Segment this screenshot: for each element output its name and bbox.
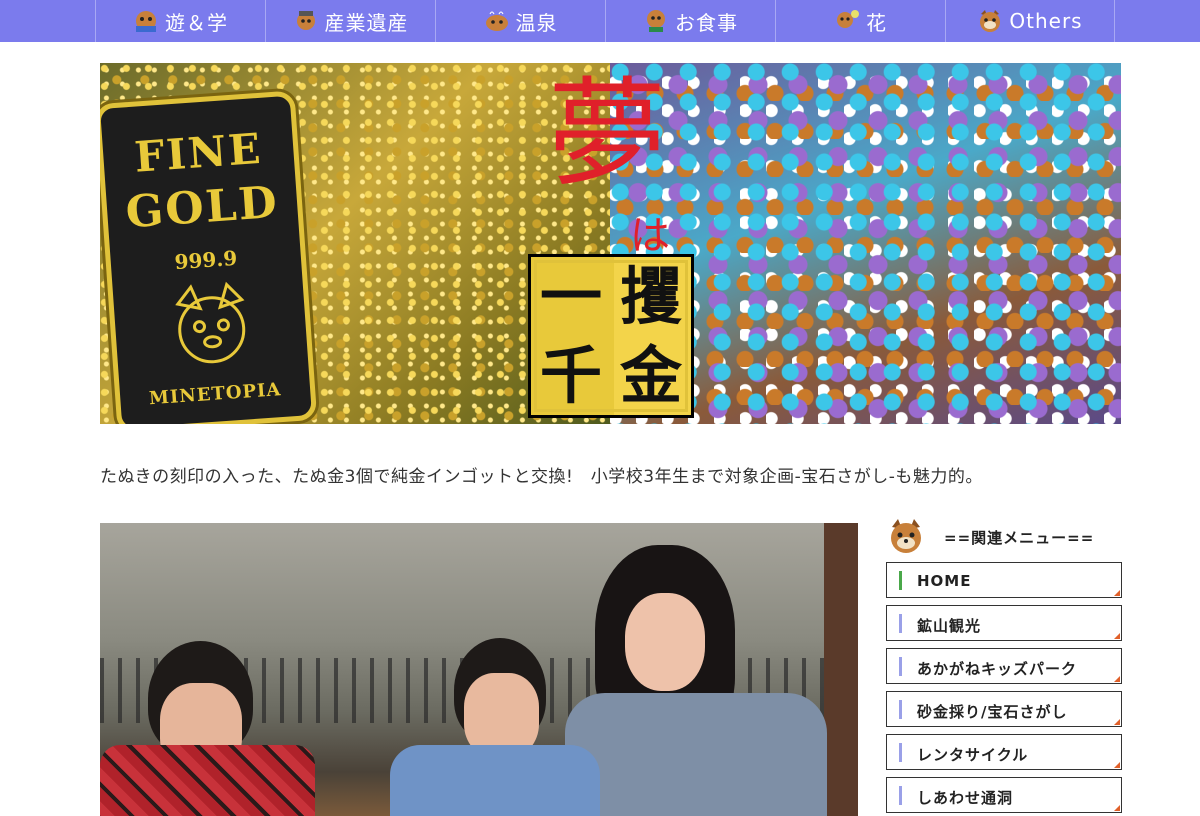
tanuki-flower-icon bbox=[837, 10, 859, 28]
nav-label: お食事 bbox=[675, 10, 738, 35]
nav-item-food[interactable]: お食事 bbox=[605, 0, 775, 42]
menu-item-label: レンタサイクル bbox=[917, 746, 1029, 764]
menu-item-gold-panning[interactable]: 砂金採り/宝石さがし bbox=[886, 691, 1122, 727]
nav-item-onsen[interactable]: 温泉 bbox=[435, 0, 605, 42]
menu-item-kids-park[interactable]: あかがねキッズパーク bbox=[886, 648, 1122, 684]
hero-banner: FINE GOLD 999.9 MINETOPIA 夢 は 一 攫 千 金 bbox=[100, 63, 1121, 424]
nav-label: Others bbox=[1009, 9, 1083, 33]
ingot-purity: 999.9 bbox=[173, 245, 238, 275]
description-text: たぬきの刻印の入った、たぬ金3個で純金インゴットと交換! 小学校3年生まで対象企… bbox=[100, 467, 983, 487]
kin-char: 一 bbox=[539, 259, 602, 333]
headline-yume: 夢 bbox=[548, 65, 667, 203]
ingot-text-fine: FINE bbox=[132, 123, 264, 182]
kin-char: 金 bbox=[619, 338, 682, 412]
ingot-text-gold: GOLD bbox=[124, 176, 281, 239]
related-menu-title: ==関連メニュー== bbox=[944, 529, 1095, 547]
ikkaku-senkin-box: 一 攫 千 金 bbox=[528, 254, 694, 418]
kin-char: 千 bbox=[539, 338, 602, 412]
menu-item-shiawase-tunnel[interactable]: しあわせ通洞 bbox=[886, 777, 1122, 813]
photo-boy1-body bbox=[100, 745, 315, 816]
menu-item-mine-tour[interactable]: 鉱山観光 bbox=[886, 605, 1122, 641]
menu-accent-bar bbox=[899, 786, 902, 805]
menu-accent-bar bbox=[899, 700, 902, 719]
tanuki-play-icon bbox=[136, 11, 156, 32]
menu-item-label: あかがねキッズパーク bbox=[917, 660, 1078, 678]
nav-item-play-learn[interactable]: 遊＆学 bbox=[95, 0, 265, 42]
photo-post bbox=[824, 523, 858, 816]
family-photo bbox=[100, 523, 858, 816]
photo-boy2-body bbox=[390, 745, 600, 816]
corner-arrow-icon bbox=[1114, 719, 1120, 725]
menu-item-label: 砂金採り/宝石さがし bbox=[917, 703, 1068, 721]
menu-accent-bar bbox=[899, 571, 902, 590]
tanuki-onsen-icon bbox=[485, 11, 508, 31]
menu-item-label: HOME bbox=[917, 572, 972, 590]
nav-item-others[interactable]: Others bbox=[945, 0, 1115, 42]
menu-item-home[interactable]: HOME bbox=[886, 562, 1122, 598]
menu-accent-bar bbox=[899, 657, 902, 676]
tanuki-face-icon bbox=[980, 10, 1001, 32]
tanuki-face-icon bbox=[891, 519, 921, 553]
nav-label: 花 bbox=[866, 10, 887, 35]
ingot-brand: MINETOPIA bbox=[148, 379, 283, 410]
corner-arrow-icon bbox=[1114, 805, 1120, 811]
corner-arrow-icon bbox=[1114, 676, 1120, 682]
photo-woman-body bbox=[565, 693, 827, 816]
headline-ha: は bbox=[630, 213, 670, 259]
related-menu-header: ==関連メニュー== bbox=[886, 515, 1122, 555]
top-navigation: 遊＆学 産業遺産 温泉 お食事 花 Others bbox=[0, 0, 1200, 42]
tanuki-food-icon bbox=[647, 10, 665, 32]
menu-item-label: 鉱山観光 bbox=[917, 617, 982, 635]
tanuki-miner-icon bbox=[296, 11, 315, 30]
tanuki-engraving-icon bbox=[175, 281, 246, 364]
corner-arrow-icon bbox=[1114, 590, 1120, 596]
kin-char: 攫 bbox=[619, 259, 682, 333]
menu-item-rental-cycle[interactable]: レンタサイクル bbox=[886, 734, 1122, 770]
corner-arrow-icon bbox=[1114, 633, 1120, 639]
menu-accent-bar bbox=[899, 743, 902, 762]
nav-label: 温泉 bbox=[515, 10, 558, 35]
corner-arrow-icon bbox=[1114, 762, 1120, 768]
nav-item-flower[interactable]: 花 bbox=[775, 0, 945, 42]
photo-woman-face bbox=[625, 593, 705, 691]
gold-ingot: FINE GOLD 999.9 MINETOPIA bbox=[100, 90, 318, 424]
menu-accent-bar bbox=[899, 614, 902, 633]
nav-label: 遊＆学 bbox=[165, 10, 228, 35]
nav-label: 産業遺産 bbox=[324, 10, 409, 35]
menu-item-label: しあわせ通洞 bbox=[917, 789, 1014, 807]
nav-item-industrial-heritage[interactable]: 産業遺産 bbox=[265, 0, 435, 42]
